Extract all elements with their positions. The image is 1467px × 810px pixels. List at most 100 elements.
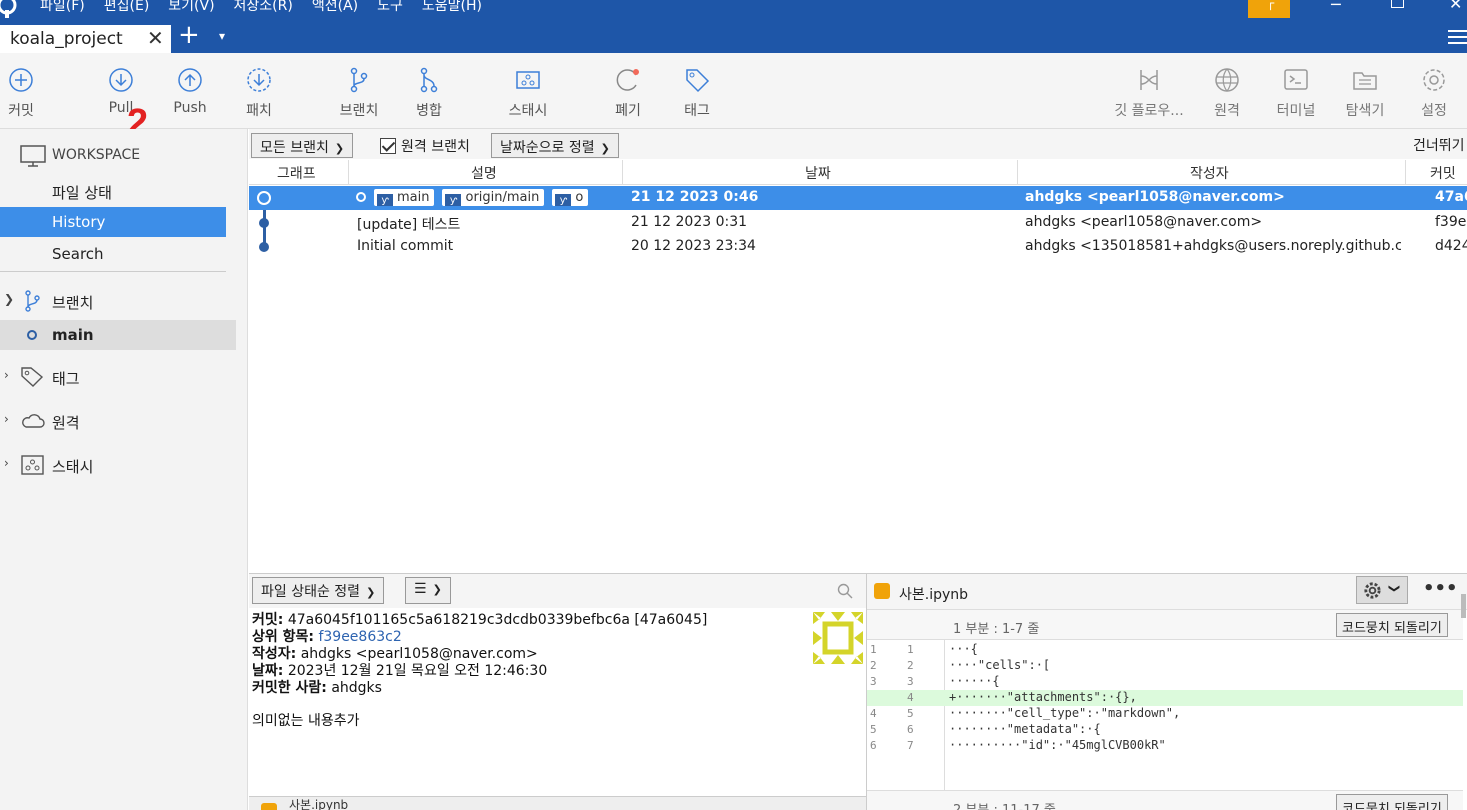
- menu-file[interactable]: 파일(F): [40, 0, 85, 15]
- close-window-button[interactable]: ✕: [1449, 0, 1462, 13]
- terminal-button[interactable]: 터미널: [1273, 53, 1319, 129]
- sidebar: WORKSPACE 파일 상태 History Search ❯ 브랜치 mai…: [0, 129, 248, 810]
- column-author[interactable]: 작성자: [1190, 163, 1229, 183]
- file-list-toolbar: 파일 상태순 정렬 ❯ ☰ ❯: [249, 574, 866, 608]
- file-name: 사본.ipynb: [289, 799, 349, 810]
- hunk-label: 1 부분 : 1-7 줄: [953, 622, 1040, 637]
- sidebar-item-branch-main[interactable]: main: [0, 320, 236, 350]
- branch-chip-origin-main[interactable]: ƴ origin/main: [442, 189, 545, 206]
- commit-row[interactable]: [update] 테스트 21 12 2023 0:31 ahdgks <pea…: [249, 211, 1467, 235]
- revert-hunk-button[interactable]: 코드뭉치 되돌리기: [1336, 794, 1448, 810]
- history-column-headers: 그래프 설명 날짜 작성자 커밋: [249, 160, 1467, 185]
- column-commit[interactable]: 커밋: [1430, 163, 1456, 183]
- push-button[interactable]: Push: [169, 53, 211, 129]
- search-icon[interactable]: [837, 583, 853, 599]
- head-marker-icon: [356, 192, 366, 202]
- sidebar-tags-header[interactable]: › 태그: [0, 362, 236, 392]
- branch-chip-main[interactable]: ƴ main: [374, 189, 435, 206]
- sidebar-item-file-status[interactable]: 파일 상태: [0, 176, 236, 206]
- sidebar-item-history[interactable]: History: [0, 207, 226, 237]
- sidebar-item-search[interactable]: Search: [0, 239, 236, 269]
- more-options-icon[interactable]: •••: [1423, 578, 1458, 599]
- patch-button[interactable]: 패치: [238, 53, 280, 129]
- commit-button[interactable]: 커밋: [0, 53, 42, 129]
- file-list-item[interactable]: 사본.ipynb: [249, 796, 866, 810]
- commit-hash: d424e64: [1435, 238, 1467, 254]
- commit-author: ahdgks <pearl1058@naver.com>: [1025, 189, 1285, 205]
- tag-button[interactable]: 태그: [676, 53, 718, 129]
- menu-repository[interactable]: 저장소(R): [234, 0, 293, 15]
- sidebar-branches-header[interactable]: ❯ 브랜치: [0, 286, 236, 316]
- diff-file-name: 사본.ipynb: [899, 587, 969, 603]
- discard-button[interactable]: 폐기: [607, 53, 649, 129]
- explorer-button[interactable]: 탐색기: [1342, 53, 1388, 129]
- commit-row[interactable]: ƴ main ƴ origin/main ƴ o 21 12 2023 0:46 ahdg…: [249, 186, 1467, 210]
- checkbox-checked[interactable]: [380, 138, 396, 154]
- chevron-right-icon: ›: [4, 368, 9, 382]
- diff-options-button[interactable]: ❯: [1356, 576, 1408, 604]
- tab-koala-project[interactable]: koala_project ✕: [0, 25, 171, 53]
- hamburger-menu-icon[interactable]: [1448, 30, 1467, 44]
- commit-sha-line: 커밋: 47a6045f101165c5a618219c3dcdb0339bef…: [252, 612, 708, 628]
- notification-button[interactable]: ┌: [1248, 0, 1290, 18]
- add-tab-button[interactable]: +: [178, 20, 200, 50]
- monitor-icon: [20, 145, 46, 167]
- all-branches-dropdown[interactable]: 모든 브랜치 ❯: [251, 133, 354, 158]
- sidebar-remotes-header[interactable]: › 원격: [0, 406, 236, 436]
- title-bar: 파일(F) 편집(E) 보기(V) 저장소(R) 액션(A) 도구 도움말(H)…: [0, 0, 1467, 22]
- merge-button[interactable]: 병합: [406, 53, 452, 129]
- list-view-dropdown[interactable]: ☰ ❯: [405, 577, 451, 604]
- menu-edit[interactable]: 편집(E): [104, 0, 150, 15]
- remote-branches-checkbox[interactable]: 원격 브랜치: [380, 136, 470, 156]
- menu-tools[interactable]: 도구: [377, 0, 403, 15]
- minimize-button[interactable]: ─: [1331, 0, 1341, 14]
- chevron-right-icon: ›: [4, 412, 9, 426]
- current-branch-icon: [27, 330, 37, 340]
- sidebar-stashes-header[interactable]: › 스태시: [0, 450, 236, 480]
- tab-dropdown-icon[interactable]: ▾: [219, 29, 225, 43]
- settings-button[interactable]: 설정: [1413, 53, 1455, 129]
- parent-line: 상위 항목: f39ee863c2: [252, 629, 402, 645]
- avatar: [813, 612, 863, 664]
- branch-chip-origin-head[interactable]: ƴo: [552, 189, 589, 206]
- sort-by-date-dropdown[interactable]: 날짜순으로 정렬 ❯: [491, 133, 619, 158]
- maximize-button[interactable]: [1391, 0, 1404, 8]
- column-date[interactable]: 날짜: [805, 163, 831, 183]
- history-filter-bar: 모든 브랜치 ❯ 원격 브랜치 날짜순으로 정렬 ❯ 건너뛰기: [249, 129, 1467, 159]
- column-graph[interactable]: 그래프: [277, 163, 316, 183]
- commit-row[interactable]: Initial commit 20 12 2023 23:34 ahdgks <…: [249, 235, 1467, 259]
- menu-help[interactable]: 도움말(H): [422, 0, 482, 15]
- sidebar-workspace-header[interactable]: WORKSPACE: [0, 141, 236, 171]
- revert-hunk-button[interactable]: 코드뭉치 되돌리기: [1336, 613, 1448, 637]
- skip-label[interactable]: 건너뛰기: [1413, 135, 1465, 155]
- column-divider[interactable]: [348, 160, 349, 185]
- tab-bar: koala_project ✕ + ▾: [0, 20, 1467, 53]
- gear-icon: [1423, 69, 1445, 91]
- patch-icon: [247, 68, 271, 92]
- menu-view[interactable]: 보기(V): [168, 0, 214, 15]
- list-icon: ☰: [414, 581, 427, 597]
- parent-link[interactable]: f39ee863c2: [318, 629, 401, 645]
- branch-icon: ƴ: [377, 194, 393, 206]
- menu-actions[interactable]: 액션(A): [312, 0, 358, 15]
- remote-button[interactable]: 원격: [1206, 53, 1248, 129]
- stash-button[interactable]: 스태시: [503, 53, 553, 129]
- column-divider[interactable]: [622, 160, 623, 185]
- stash-icon: [21, 455, 44, 475]
- column-divider[interactable]: [1017, 160, 1018, 185]
- tab-close-icon[interactable]: ✕: [147, 26, 164, 50]
- chevron-down-icon: ❯: [1388, 583, 1402, 594]
- chevron-down-icon: ❯: [366, 586, 376, 599]
- commit-description: [update] 테스트: [357, 217, 461, 233]
- git-flow-button[interactable]: 깃 플로우...: [1110, 53, 1188, 129]
- folder-icon: [1353, 72, 1377, 90]
- diff-line: 6 7 ··········"id":·"45mglCVB00kR": [870, 738, 1166, 752]
- diff-scrollbar[interactable]: [1461, 594, 1466, 618]
- column-description[interactable]: 설명: [471, 163, 497, 183]
- hunk-header: 1 부분 : 1-7 줄 코드뭉치 되돌리기: [867, 610, 1463, 640]
- column-divider[interactable]: [1405, 160, 1406, 185]
- file-status-sort-dropdown[interactable]: 파일 상태순 정렬 ❯: [252, 577, 385, 604]
- commit-description: Initial commit: [357, 238, 454, 254]
- branch-button[interactable]: 브랜치: [336, 53, 382, 129]
- chevron-down-icon: ❯: [4, 292, 15, 306]
